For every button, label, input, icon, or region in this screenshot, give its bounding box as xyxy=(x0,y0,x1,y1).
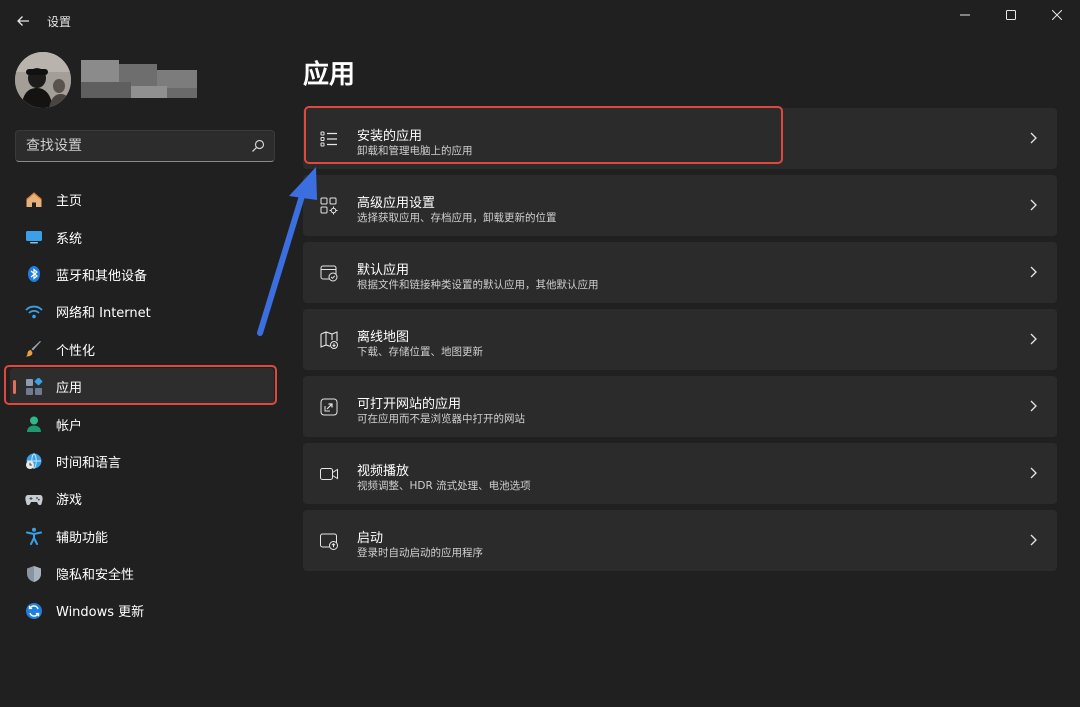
sidebar-item-gaming[interactable]: 游戏 xyxy=(10,480,274,517)
card-startup[interactable]: 启动 登录时自动启动的应用程序 xyxy=(303,510,1057,571)
card-title: 高级应用设置 xyxy=(357,196,436,211)
sidebar-item-label: Windows 更新 xyxy=(56,605,145,621)
window-controls xyxy=(942,0,1080,30)
sidebar-item-network[interactable]: 网络和 Internet xyxy=(10,293,274,330)
card-title: 启动 xyxy=(357,531,384,546)
default-apps-icon xyxy=(318,262,340,284)
sidebar-item-label: 主页 xyxy=(56,194,83,210)
search-input[interactable] xyxy=(26,131,246,161)
sidebar-item-label: 帐户 xyxy=(56,418,83,434)
sidebar-item-label: 网络和 Internet xyxy=(56,306,151,322)
chevron-right-icon xyxy=(1030,266,1037,278)
card-description: 选择获取应用、存档应用，卸载更新的位置 xyxy=(357,212,557,224)
sidebar-item-label: 隐私和安全性 xyxy=(56,568,135,584)
minimize-button[interactable] xyxy=(942,0,988,30)
minimize-icon xyxy=(960,14,970,16)
gamepad-icon xyxy=(24,489,44,509)
wifi-icon xyxy=(24,302,44,322)
chevron-right-icon xyxy=(1030,400,1037,412)
sidebar-nav: 主页 系统 蓝牙和其他设备 网络和 Internet 个性化 应用 帐户 时间和… xyxy=(10,181,274,630)
avatar[interactable] xyxy=(15,52,71,108)
user-name-blurred xyxy=(81,60,197,100)
sidebar-item-system[interactable]: 系统 xyxy=(10,218,274,255)
card-advanced-app-settings[interactable]: 高级应用设置 选择获取应用、存档应用，卸载更新的位置 xyxy=(303,175,1057,236)
card-description: 根据文件和链接种类设置的默认应用，其他默认应用 xyxy=(357,279,599,291)
title-bar: 设置 xyxy=(0,0,1080,44)
account-icon xyxy=(24,414,44,434)
search-icon[interactable] xyxy=(251,139,265,153)
card-offline-maps[interactable]: 离线地图 下载、存储位置、地图更新 xyxy=(303,309,1057,370)
sidebar-item-label: 蓝牙和其他设备 xyxy=(56,268,148,284)
chevron-right-icon xyxy=(1030,467,1037,479)
sidebar-item-personalization[interactable]: 个性化 xyxy=(10,331,274,368)
settings-card-list: 安装的应用 卸载和管理电脑上的应用 高级应用设置 选择获取应用、存档应用，卸载更… xyxy=(303,108,1057,577)
home-icon xyxy=(24,190,44,210)
card-video-playback[interactable]: 视频播放 视频调整、HDR 流式处理、电池选项 xyxy=(303,443,1057,504)
sidebar-item-windows-update[interactable]: Windows 更新 xyxy=(10,592,274,629)
brush-icon xyxy=(24,339,44,359)
installed-apps-highlight-box xyxy=(304,106,783,164)
sidebar-item-home[interactable]: 主页 xyxy=(10,181,274,218)
video-icon xyxy=(318,463,340,485)
open-external-icon xyxy=(318,396,340,418)
sidebar-item-accounts[interactable]: 帐户 xyxy=(10,405,274,442)
window-title: 设置 xyxy=(47,15,72,29)
card-default-apps[interactable]: 默认应用 根据文件和链接种类设置的默认应用，其他默认应用 xyxy=(303,242,1057,303)
sidebar-item-label: 系统 xyxy=(56,231,83,247)
chevron-right-icon xyxy=(1030,199,1037,211)
sidebar-item-label: 辅助功能 xyxy=(56,530,109,546)
avatar-photo-icon xyxy=(15,52,71,108)
sidebar-item-label: 游戏 xyxy=(56,493,83,509)
sidebar-item-time-language[interactable]: 时间和语言 xyxy=(10,443,274,480)
bluetooth-icon xyxy=(24,264,44,284)
system-icon xyxy=(24,227,44,247)
accessibility-icon xyxy=(24,526,44,546)
sidebar-item-privacy[interactable]: 隐私和安全性 xyxy=(10,555,274,592)
card-title: 离线地图 xyxy=(357,330,410,345)
back-arrow-icon xyxy=(17,16,29,26)
card-apps-for-websites[interactable]: 可打开网站的应用 可在应用而不是浏览器中打开的网站 xyxy=(303,376,1057,437)
back-button[interactable] xyxy=(10,8,36,34)
sidebar-item-label: 个性化 xyxy=(56,343,96,359)
sidebar-item-bluetooth[interactable]: 蓝牙和其他设备 xyxy=(10,256,274,293)
close-button[interactable] xyxy=(1034,0,1080,30)
card-title: 默认应用 xyxy=(357,263,410,278)
search-box xyxy=(15,130,275,162)
maximize-icon xyxy=(1006,10,1016,20)
clock-globe-icon xyxy=(24,451,44,471)
page-title: 应用 xyxy=(303,60,356,90)
card-description: 下载、存储位置、地图更新 xyxy=(357,346,483,358)
chevron-right-icon xyxy=(1030,132,1037,144)
chevron-right-icon xyxy=(1030,534,1037,546)
maximize-button[interactable] xyxy=(988,0,1034,30)
apps-highlight-box xyxy=(4,365,277,405)
shield-icon xyxy=(24,564,44,584)
card-description: 视频调整、HDR 流式处理、电池选项 xyxy=(357,480,531,492)
app-settings-icon xyxy=(318,195,340,217)
map-icon xyxy=(318,329,340,351)
update-icon xyxy=(24,601,44,621)
card-title: 可打开网站的应用 xyxy=(357,397,462,412)
sidebar-item-label: 时间和语言 xyxy=(56,455,122,471)
startup-icon xyxy=(318,530,340,552)
card-title: 视频播放 xyxy=(357,464,410,479)
card-description: 登录时自动启动的应用程序 xyxy=(357,547,483,559)
sidebar-item-accessibility[interactable]: 辅助功能 xyxy=(10,518,274,555)
card-description: 可在应用而不是浏览器中打开的网站 xyxy=(357,413,525,425)
close-icon xyxy=(1052,10,1062,20)
chevron-right-icon xyxy=(1030,333,1037,345)
